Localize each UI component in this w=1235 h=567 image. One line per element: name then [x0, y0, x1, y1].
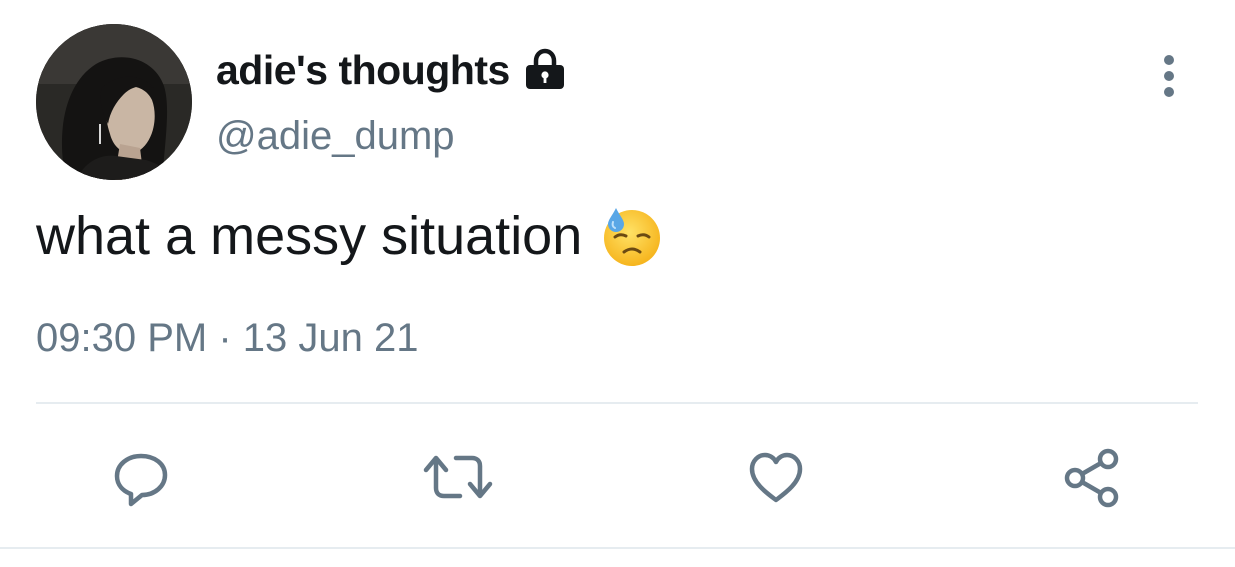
- avatar-photo: [36, 24, 192, 180]
- downcast-face-with-sweat-emoji: [600, 204, 664, 268]
- share-icon: [1064, 448, 1119, 508]
- bottom-divider: [0, 547, 1235, 549]
- display-name[interactable]: adie's thoughts: [216, 47, 510, 94]
- divider: [36, 402, 1198, 404]
- tweet-body: what a messy situation: [36, 204, 664, 268]
- user-handle[interactable]: @adie_dump: [216, 114, 455, 159]
- reply-button[interactable]: [111, 448, 171, 508]
- lock-icon: [522, 47, 568, 93]
- reply-icon: [114, 453, 168, 507]
- display-name-row: adie's thoughts: [216, 42, 568, 98]
- tweet-card: adie's thoughts @adie_dump what a messy …: [0, 0, 1235, 567]
- tweet-text: what a messy situation: [36, 206, 583, 266]
- avatar[interactable]: [36, 24, 192, 180]
- more-vertical-icon[interactable]: [1152, 52, 1186, 100]
- tweet-timestamp[interactable]: 09:30 PM · 13 Jun 21: [36, 316, 418, 361]
- like-icon: [749, 452, 803, 503]
- retweet-button[interactable]: [422, 448, 493, 508]
- like-button[interactable]: [746, 448, 806, 508]
- retweet-icon: [423, 455, 493, 499]
- share-button[interactable]: [1062, 448, 1122, 508]
